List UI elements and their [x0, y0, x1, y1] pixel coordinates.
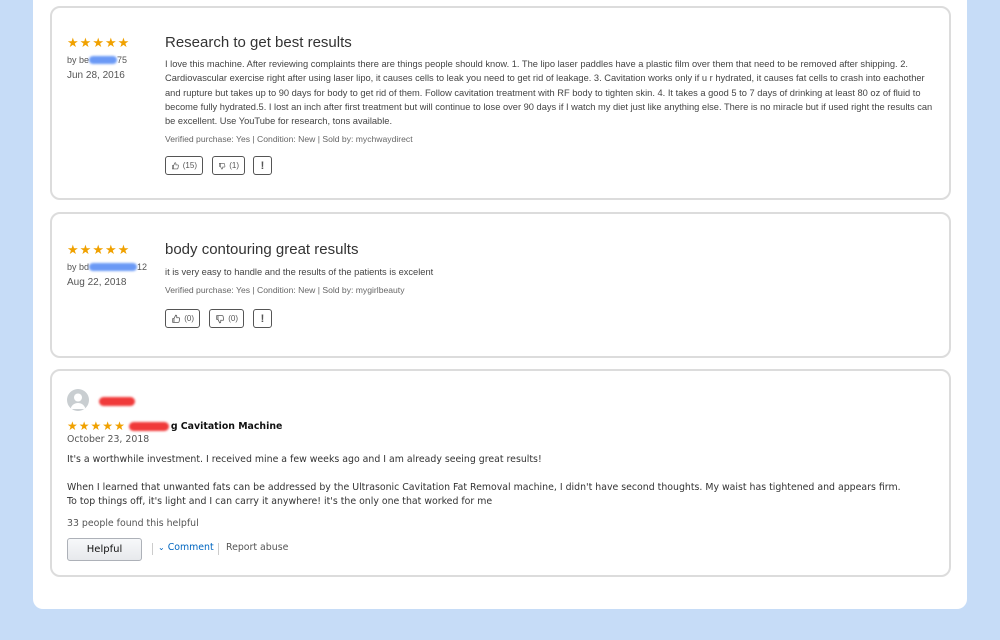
star-icon: ★ — [67, 35, 79, 50]
star-icon: ★ — [92, 242, 104, 257]
thumbs-up-icon — [172, 314, 181, 323]
redacted-title — [128, 422, 169, 431]
report-abuse-label: Report abuse — [226, 542, 289, 553]
reviewer-byline: by bd 12 — [67, 262, 147, 272]
action-divider — [218, 543, 219, 555]
helpful-button[interactable]: Helpful — [67, 538, 142, 561]
redacted-name — [89, 56, 118, 64]
star-rating: ★ ★ ★ ★ ★ — [67, 243, 147, 256]
helpful-count: 33 people found this helpful — [67, 518, 199, 529]
reviewer-prefix: by be — [67, 55, 90, 65]
review-title: Research to get best results — [165, 34, 352, 51]
star-icon: ★ — [67, 242, 79, 257]
star-icon: ★ — [78, 419, 90, 433]
star-icon: ★ — [104, 35, 117, 50]
star-rating: ★ ★ ★ ★ ★ — [67, 36, 129, 49]
helpful-button-label: Helpful — [86, 544, 123, 555]
review-paragraph-2-line-2: To top things off, it's light and I can … — [67, 496, 493, 507]
comment-label: Comment — [167, 542, 214, 553]
flag-icon: ! — [260, 312, 265, 325]
star-icon: ★ — [67, 419, 78, 433]
review-paragraph-2-line-1: When I learned that unwanted fats can be… — [67, 482, 901, 493]
review-card-1: ★ ★ ★ ★ ★ by be 75 Jun 28, 2016 Research to … — [50, 6, 951, 200]
avatar — [67, 389, 89, 411]
report-flag-button[interactable]: ! — [253, 156, 272, 175]
up-count: (0) — [184, 314, 194, 323]
redacted-name — [89, 263, 138, 271]
down-count: (1) — [229, 161, 239, 170]
user-avatar-icon — [70, 393, 86, 409]
down-count: (0) — [228, 314, 238, 323]
review-card-3: ★ ★ ★ ★ ★ g Cavitation Machine October 23, 2… — [50, 369, 951, 577]
review-heading: ★ ★ ★ ★ ★ g Cavitation Machine — [67, 420, 282, 433]
thumbs-down-icon — [216, 314, 225, 323]
unhelpful-vote-button[interactable]: (1) — [212, 156, 245, 175]
star-icon: ★ — [102, 419, 114, 433]
chevron-down-icon: ⌄ — [158, 543, 165, 552]
star-icon: ★ — [79, 242, 92, 257]
review-body: I love this machine. After reviewing com… — [165, 59, 933, 127]
reviewer-suffix: 12 — [137, 262, 148, 272]
helpful-vote-button[interactable]: (0) — [165, 309, 200, 328]
review-meta: ★ ★ ★ ★ ★ by be 75 Jun 28, 2016 — [67, 36, 129, 81]
thumbs-down-icon — [219, 162, 226, 169]
review-meta: ★ ★ ★ ★ ★ by bd 12 Aug 22, 2018 — [67, 243, 147, 288]
star-icon: ★ — [92, 35, 104, 50]
review-date: October 23, 2018 — [67, 434, 150, 445]
review-date: Jun 28, 2016 — [67, 70, 125, 81]
unhelpful-vote-button[interactable]: (0) — [209, 309, 244, 328]
report-flag-button[interactable]: ! — [253, 309, 272, 328]
comment-link[interactable]: ⌄ Comment — [158, 542, 214, 553]
up-count: (15) — [182, 161, 197, 170]
review-paragraph-1: It's a worthwhile investment. I received… — [67, 454, 542, 465]
reviewer-byline: by be 75 — [67, 55, 129, 65]
verified-purchase: Verified purchase: Yes | Condition: New … — [165, 134, 413, 144]
review-date: Aug 22, 2018 — [67, 277, 127, 288]
verified-purchase: Verified purchase: Yes | Condition: New … — [165, 285, 405, 295]
review-title: g Cavitation Machine — [170, 421, 283, 432]
star-icon: ★ — [114, 419, 125, 433]
report-abuse-link[interactable]: Report abuse — [226, 542, 288, 553]
redacted-reviewer-name — [99, 397, 135, 406]
helpful-vote-button[interactable]: (15) — [165, 156, 203, 175]
reviewer-prefix: by bd — [67, 262, 90, 272]
review-body: it is very easy to handle and the result… — [165, 267, 434, 277]
review-card-2: ★ ★ ★ ★ ★ by bd 12 Aug 22, 2018 body contour… — [50, 212, 951, 358]
star-icon: ★ — [90, 419, 102, 433]
reviewer-suffix: 75 — [117, 55, 128, 65]
review-title: body contouring great results — [165, 241, 359, 258]
star-icon: ★ — [117, 35, 130, 50]
action-divider — [152, 543, 153, 555]
star-icon: ★ — [79, 35, 92, 50]
star-rating: ★ ★ ★ ★ ★ — [67, 420, 125, 433]
thumbs-up-icon — [172, 161, 179, 169]
flag-icon: ! — [260, 159, 265, 172]
star-icon: ★ — [104, 242, 117, 257]
star-icon: ★ — [117, 242, 130, 257]
